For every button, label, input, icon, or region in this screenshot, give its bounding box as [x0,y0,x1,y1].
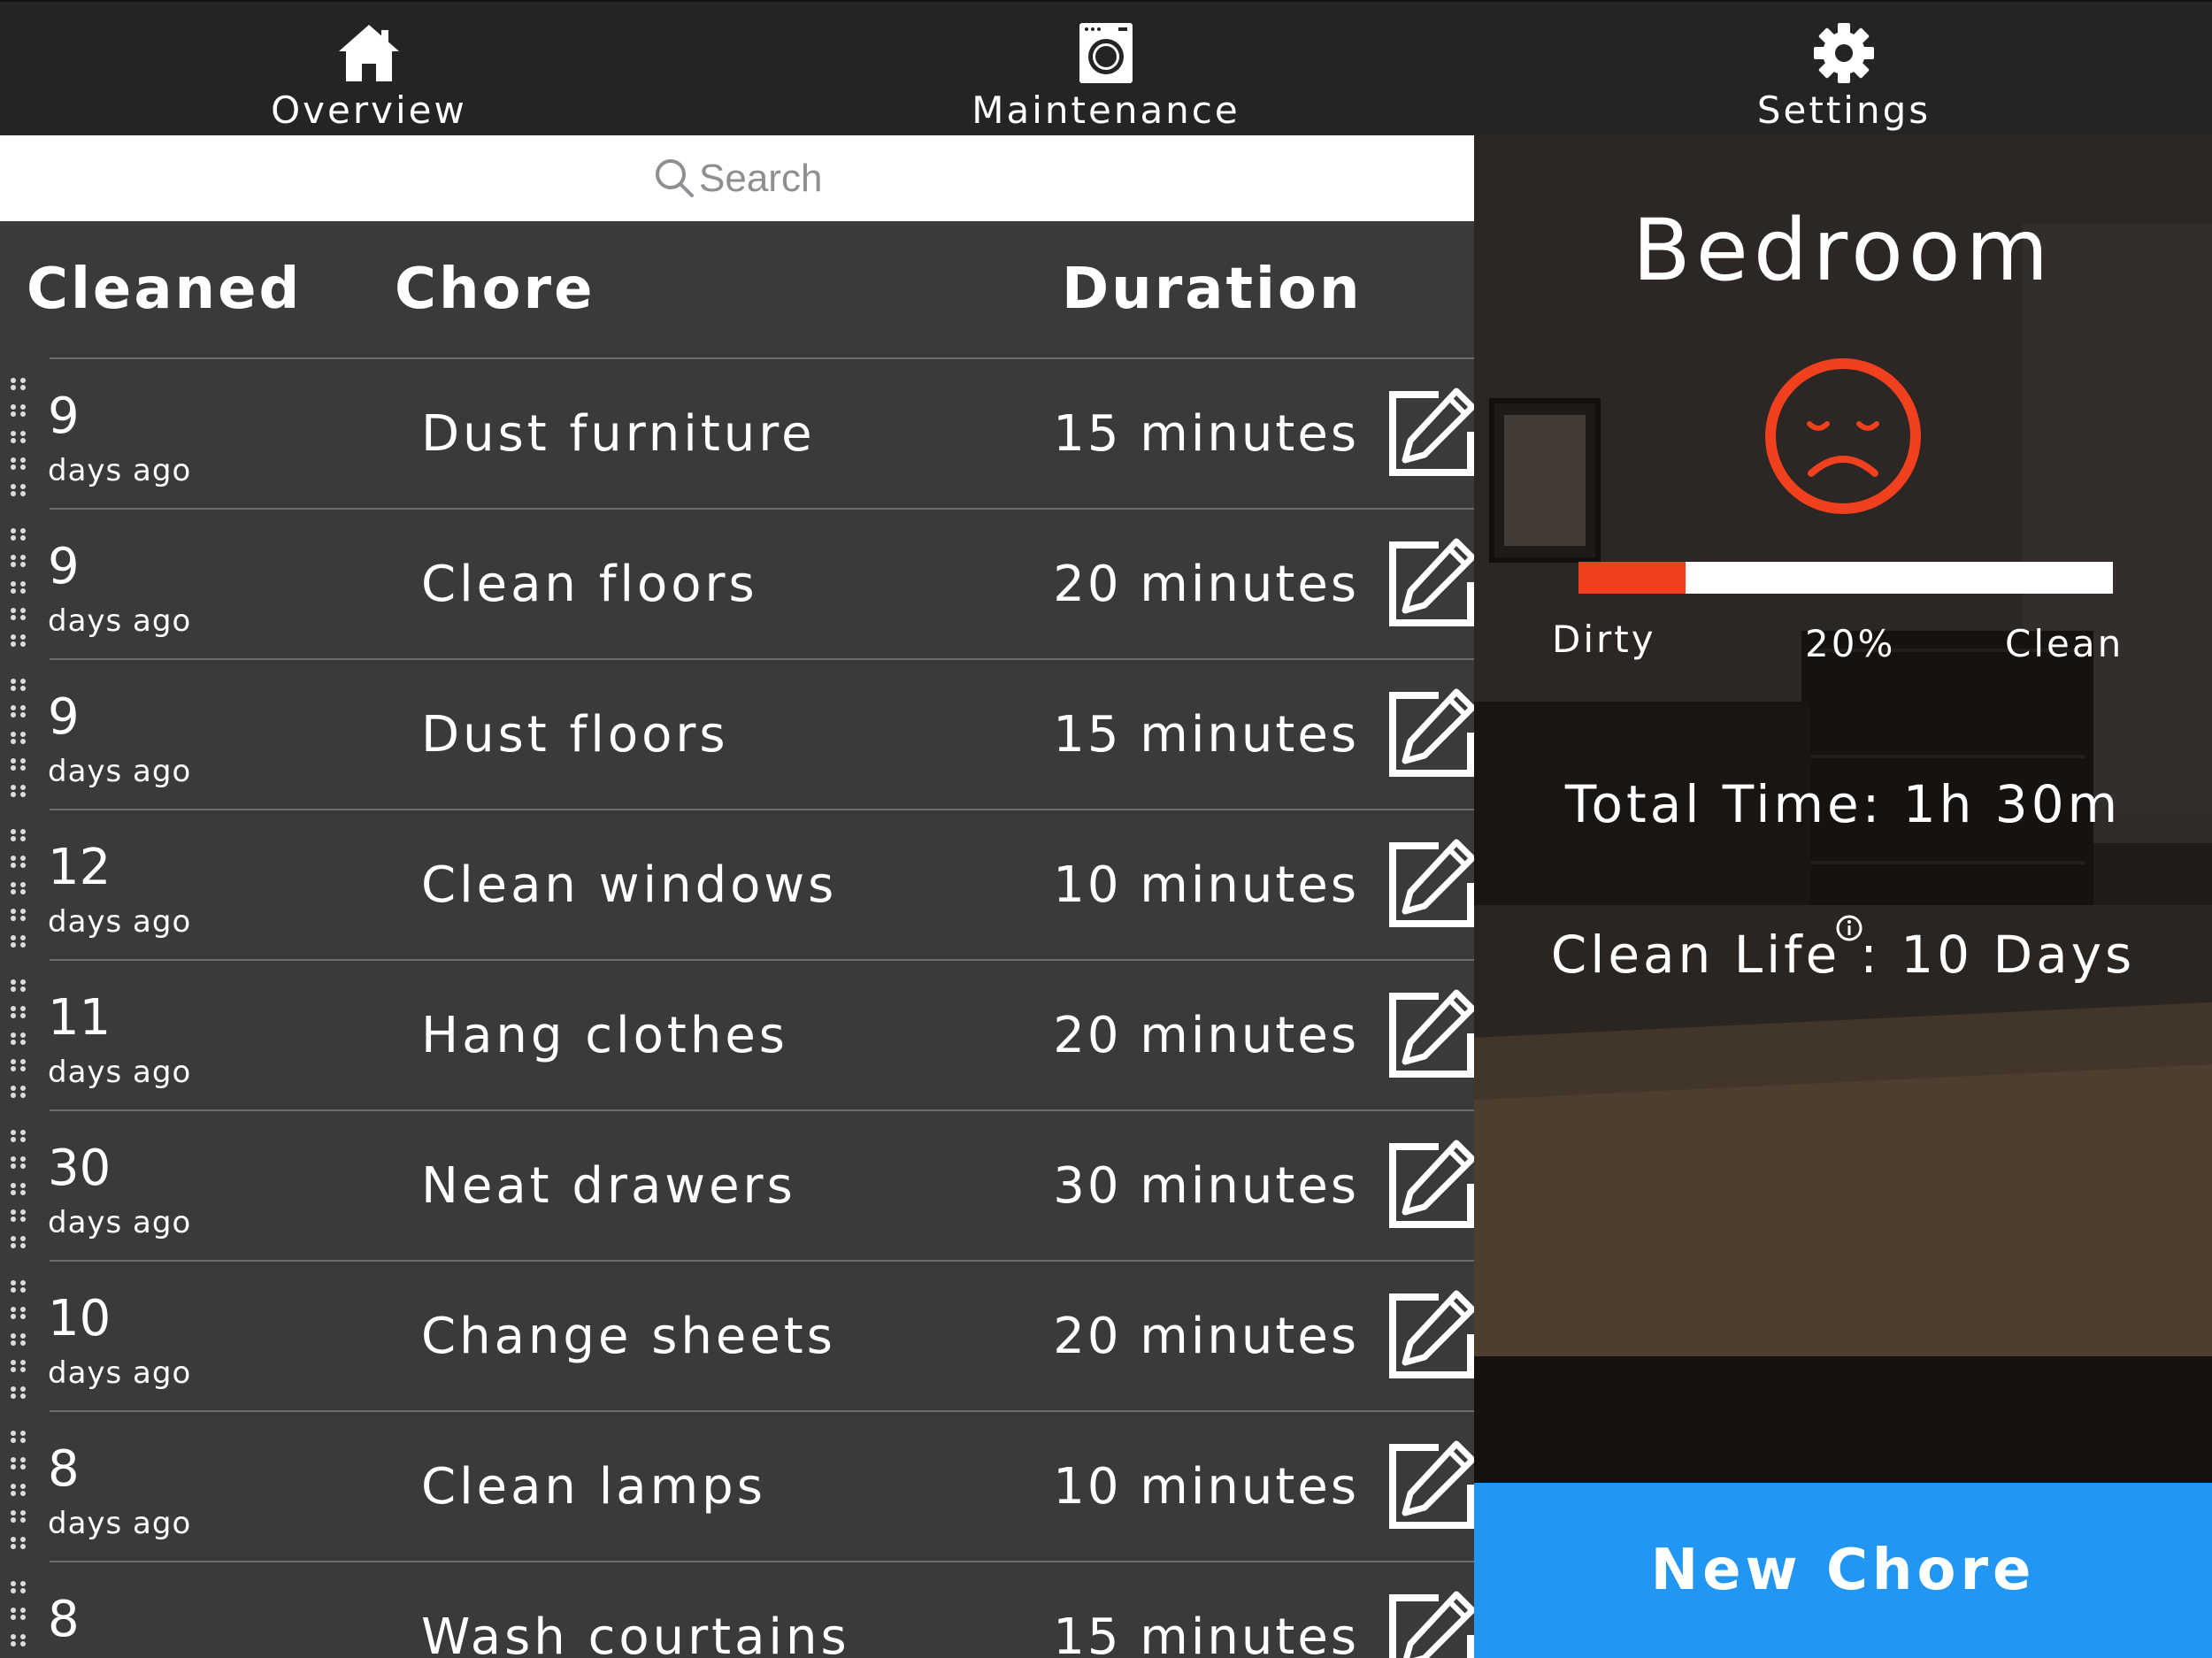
table-row[interactable]: 8days agoWash courtains15 minutes [0,1562,1474,1658]
table-row[interactable]: 8 days ago Clean lamps 10 minutes [0,1412,1474,1562]
days-ago-label: days ago [48,754,192,789]
gear-icon [1814,23,1874,83]
days-ago-label: days ago [48,1205,192,1240]
table-row[interactable]: 9 days ago Dust floors 15 minutes [0,660,1474,810]
days-since-cleaned: 9 [48,688,80,746]
chore-duration: 20 minutes [1053,1308,1359,1365]
clean-life-label: Clean Life [1550,925,1841,985]
clean-life-value: : 10 Days [1860,925,2136,985]
top-nav: Overview Maintenance Settings [0,0,2212,135]
table-row[interactable]: 30 days ago Neat drawers 30 minutes [0,1111,1474,1262]
drag-handle-icon[interactable] [9,816,28,957]
days-since-cleaned: 9 [48,538,80,595]
edit-icon[interactable] [1386,989,1474,1081]
cleanliness-bar [1578,562,2113,594]
total-time: Total Time: 1h 30m [1564,774,2122,834]
chore-name: Neat drawers [421,1157,796,1215]
new-chore-button[interactable]: New Chore [1474,1483,2212,1658]
room-title: Bedroom [1632,201,2055,300]
chore-duration: 15 minutes [1053,706,1359,764]
edit-icon[interactable] [1386,1440,1474,1532]
chore-name: Wash courtains [421,1608,850,1658]
days-ago-label: days ago [48,1355,192,1391]
table-row[interactable]: 12 days ago Clean windows 10 minutes [0,810,1474,961]
tab-settings-label: Settings [1756,88,1932,132]
edit-icon[interactable] [1386,1290,1474,1382]
chore-name: Hang clothes [421,1007,788,1064]
search-bar [0,135,1474,221]
chore-name: Dust furniture [421,405,816,463]
table-row[interactable]: 9 days ago Dust furniture 15 minutes [0,359,1474,510]
chore-duration: 10 minutes [1053,1458,1359,1516]
room-summary-panel: Bedroom Dirty 20% Clean Total Time: 1h 3… [1474,135,2212,1658]
drag-handle-icon[interactable] [9,365,28,506]
drag-handle-icon[interactable] [9,966,28,1108]
table-row[interactable]: 9 days ago Clean floors 20 minutes [0,510,1474,660]
days-since-cleaned: 8 [48,1591,80,1648]
days-ago-label: days ago [48,1506,192,1541]
cleanliness-percent: 20% [1805,622,1896,665]
days-since-cleaned: 10 [48,1290,111,1347]
column-header-chore[interactable]: Chore [395,257,595,322]
tab-settings[interactable]: Settings [1623,2,2065,137]
days-since-cleaned: 9 [48,388,80,445]
search-icon [656,159,694,197]
dirty-label: Dirty [1552,618,1656,661]
drag-handle-icon[interactable] [9,665,28,807]
tab-maintenance[interactable]: Maintenance [885,2,1327,137]
tab-overview[interactable]: Overview [148,2,590,137]
chore-name: Change sheets [421,1308,836,1365]
days-ago-label: days ago [48,904,192,940]
edit-icon[interactable] [1386,839,1474,931]
search-input[interactable] [699,148,1053,210]
days-ago-label: days ago [48,603,192,639]
chore-duration: 20 minutes [1053,1007,1359,1064]
washing-machine-icon [1079,23,1133,83]
cleanliness-bar-fill [1578,562,1686,594]
chore-duration: 10 minutes [1053,856,1359,914]
days-since-cleaned: 30 [48,1140,111,1197]
chore-list-panel: Cleaned Chore Duration 9 days ago Dust fur… [0,221,1474,1658]
chore-duration: 15 minutes [1053,1608,1359,1658]
chore-duration: 30 minutes [1053,1157,1359,1215]
table-row[interactable]: 10 days ago Change sheets 20 minutes [0,1262,1474,1412]
home-icon [339,25,399,81]
chore-name: Clean floors [421,556,758,613]
table-row[interactable]: 11 days ago Hang clothes 20 minutes [0,961,1474,1111]
drag-handle-icon[interactable] [9,1568,28,1658]
chore-duration: 20 minutes [1053,556,1359,613]
column-header-cleaned[interactable]: Cleaned [27,257,302,322]
drag-handle-icon[interactable] [9,515,28,656]
chore-name: Clean lamps [421,1458,766,1516]
table-header: Cleaned Chore Duration [0,221,1474,359]
days-since-cleaned: 12 [48,839,111,896]
tab-maintenance-label: Maintenance [972,88,1240,132]
edit-icon[interactable] [1386,388,1474,480]
drag-handle-icon[interactable] [9,1417,28,1559]
clean-life: Clean Life : 10 Days [1474,914,2212,985]
tab-overview-label: Overview [271,88,467,132]
edit-icon[interactable] [1386,1591,1474,1658]
clean-label: Clean [2005,622,2124,665]
column-header-duration[interactable]: Duration [1062,257,1363,322]
drag-handle-icon[interactable] [9,1117,28,1258]
chore-name: Clean windows [421,856,838,914]
days-since-cleaned: 11 [48,989,111,1047]
days-ago-label: days ago [48,453,192,488]
edit-icon[interactable] [1386,688,1474,780]
edit-icon[interactable] [1386,1140,1474,1232]
days-ago-label: days ago [48,1055,192,1090]
chore-name: Dust floors [421,706,729,764]
drag-handle-icon[interactable] [9,1267,28,1409]
sad-face-icon [1765,358,1921,514]
days-since-cleaned: 8 [48,1440,80,1498]
edit-icon[interactable] [1386,538,1474,630]
chore-duration: 15 minutes [1053,405,1359,463]
